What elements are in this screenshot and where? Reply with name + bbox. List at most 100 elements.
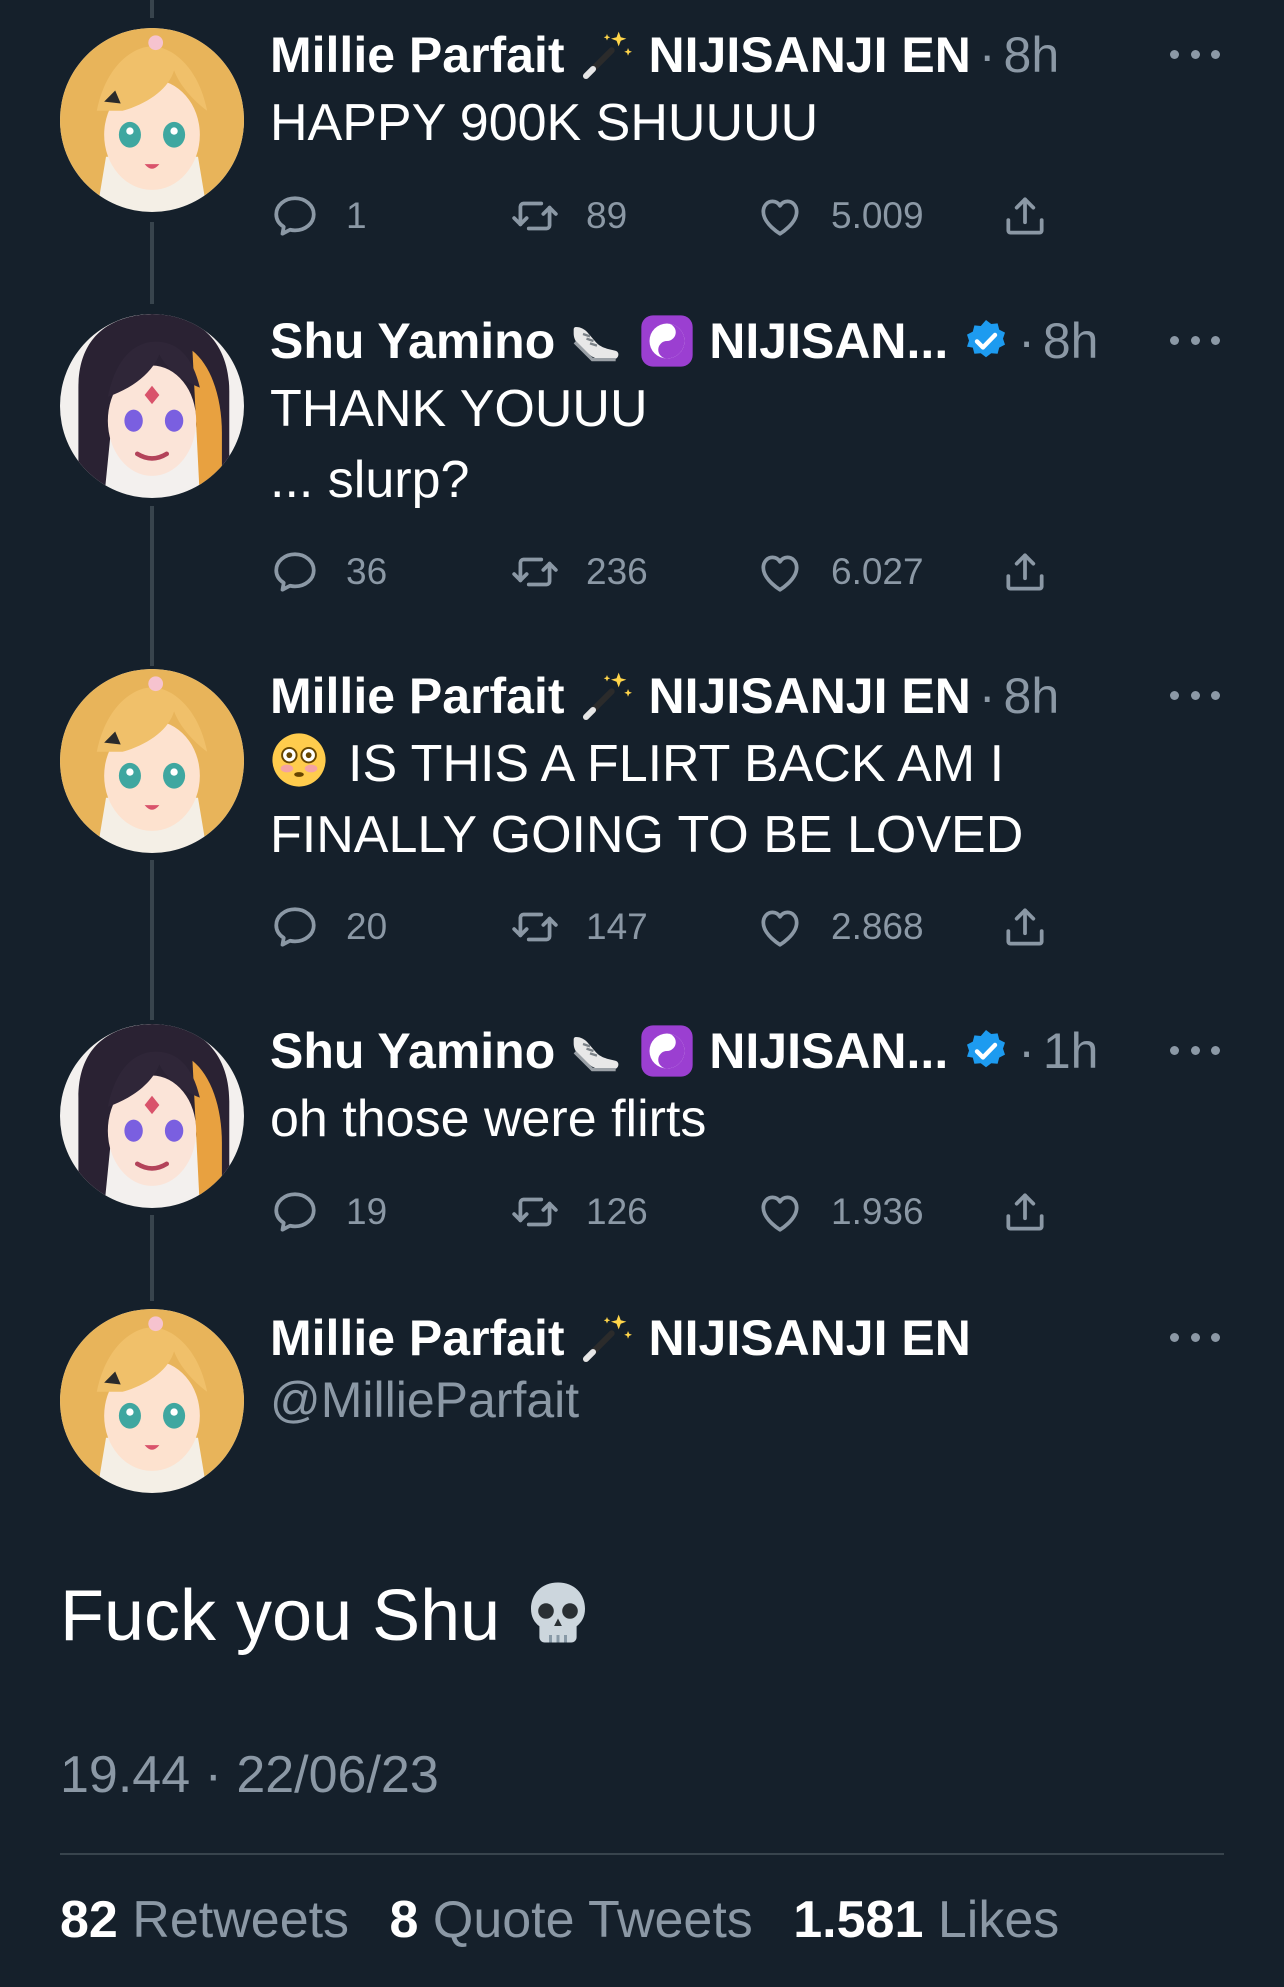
- like-button[interactable]: 1.936: [755, 1184, 924, 1240]
- reply-icon: [270, 1187, 320, 1237]
- verified-badge-icon: [962, 1027, 1010, 1075]
- avatar-millie-parfait[interactable]: [60, 669, 244, 853]
- thread-tweet[interactable]: Shu Yamino NIJISAN... · 8h THANK YOUUU .…: [0, 308, 1284, 598]
- reply-count: 1: [346, 195, 367, 236]
- reply-icon: [270, 547, 320, 597]
- reply-button[interactable]: 36: [270, 544, 387, 600]
- thread-line: [150, 0, 154, 18]
- share-button[interactable]: [1000, 899, 1050, 955]
- share-icon: [1000, 191, 1050, 241]
- tweet-header: Millie Parfait NIJISANJI EN · 8h: [270, 22, 1059, 88]
- like-button[interactable]: 5.009: [755, 188, 924, 244]
- tweet-text-line-wrap: IS THIS A FLIRT BACK AM I: [270, 729, 1023, 800]
- time-separator: ·: [978, 668, 996, 724]
- verified-badge-icon: [962, 317, 1010, 365]
- heart-icon: [755, 1187, 805, 1237]
- share-button[interactable]: [1000, 188, 1050, 244]
- avatar-shu-yamino[interactable]: [60, 1024, 244, 1208]
- display-name[interactable]: Millie Parfait: [270, 667, 565, 725]
- more-icon[interactable]: [1170, 24, 1220, 84]
- display-name[interactable]: Millie Parfait: [270, 26, 565, 84]
- like-count: 6.027: [831, 551, 924, 592]
- yin-yang-icon: [639, 1023, 695, 1079]
- reply-button[interactable]: 20: [270, 899, 387, 955]
- more-icon[interactable]: [1170, 1020, 1220, 1080]
- retweets-stat[interactable]: 82 Retweets: [60, 1891, 375, 1949]
- tweet-actions: 1 89 5.009: [270, 188, 1070, 244]
- thread-line: [150, 222, 154, 304]
- display-name-org[interactable]: NIJISAN...: [709, 1022, 948, 1080]
- time-separator: ·: [1018, 1023, 1035, 1079]
- tweet-text: IS THIS A FLIRT BACK AM I FINALLY GOING …: [270, 729, 1023, 871]
- tweet-time[interactable]: 8h: [1004, 26, 1060, 84]
- like-button[interactable]: 6.027: [755, 544, 924, 600]
- tweet-timestamp[interactable]: 19.44 · 22/06/23: [60, 1745, 439, 1805]
- time-separator: ·: [1018, 313, 1035, 369]
- more-icon[interactable]: [1170, 665, 1220, 725]
- retweet-count: 236: [586, 551, 648, 592]
- tweet-actions: 20 147 2.868: [270, 899, 1070, 955]
- retweets-label: Retweets: [132, 1891, 350, 1949]
- tweet-time[interactable]: 8h: [1004, 667, 1060, 725]
- avatar-millie-parfait[interactable]: [60, 28, 244, 212]
- main-tweet-text-content: Fuck you Shu: [60, 1576, 501, 1656]
- retweet-button[interactable]: 236: [510, 544, 648, 600]
- thread-tweet[interactable]: Shu Yamino NIJISAN... · 1h oh those were…: [0, 1018, 1284, 1238]
- likes-count: 1.581: [793, 1891, 924, 1949]
- shoe-icon: [569, 313, 625, 369]
- tweet-time[interactable]: 1h: [1043, 1022, 1099, 1080]
- tweet-header: Millie Parfait NIJISANJI EN · 8h: [270, 663, 1059, 729]
- reply-count: 36: [346, 551, 388, 592]
- tweet-text-line: IS THIS A FLIRT BACK AM I: [348, 735, 1005, 793]
- retweet-count: 89: [586, 195, 628, 236]
- tweet-actions: 36 236 6.027: [270, 544, 1070, 600]
- retweet-count: 147: [586, 906, 648, 947]
- like-button[interactable]: 2.868: [755, 899, 924, 955]
- share-button[interactable]: [1000, 1184, 1050, 1240]
- more-icon[interactable]: [1170, 310, 1220, 370]
- display-name-org[interactable]: NIJISAN...: [709, 312, 948, 370]
- likes-stat[interactable]: 1.581 Likes: [793, 1891, 1085, 1949]
- tweet-actions: 19 126 1.936: [270, 1184, 1070, 1240]
- reply-button[interactable]: 1: [270, 188, 367, 244]
- thread-tweet[interactable]: Millie Parfait NIJISANJI EN · 8h HAPPY 9…: [0, 22, 1284, 236]
- magic-wand-icon: [579, 668, 635, 724]
- tweet-header: Shu Yamino NIJISAN... · 1h: [270, 1018, 1099, 1084]
- tweet-text: oh those were flirts: [270, 1084, 706, 1155]
- share-button[interactable]: [1000, 544, 1050, 600]
- divider: [60, 1853, 1224, 1855]
- main-tweet: Millie Parfait NIJISANJI EN @MillieParfa…: [0, 1303, 1284, 1483]
- quote-tweets-stat[interactable]: 8 Quote Tweets: [390, 1891, 779, 1949]
- tweet-header: Millie Parfait NIJISANJI EN: [270, 1305, 971, 1371]
- magic-wand-icon: [579, 27, 635, 83]
- user-handle[interactable]: @MillieParfait: [270, 1371, 579, 1429]
- share-icon: [1000, 902, 1050, 952]
- tweet-time[interactable]: 8h: [1043, 312, 1099, 370]
- retweet-icon: [510, 191, 560, 241]
- retweets-count: 82: [60, 1891, 118, 1949]
- display-name-org[interactable]: NIJISANJI EN: [649, 1309, 971, 1367]
- tweet-text-line: ... slurp?: [270, 451, 470, 509]
- share-icon: [1000, 547, 1050, 597]
- display-name[interactable]: Millie Parfait: [270, 1309, 565, 1367]
- display-name-org[interactable]: NIJISANJI EN: [649, 26, 971, 84]
- flushed-face-icon: [270, 731, 328, 789]
- retweet-button[interactable]: 126: [510, 1184, 648, 1240]
- retweet-button[interactable]: 89: [510, 188, 627, 244]
- tweet-text: THANK YOUUU ... slurp?: [270, 374, 648, 516]
- tweet-text: HAPPY 900K SHUUUU: [270, 88, 818, 159]
- shoe-icon: [569, 1023, 625, 1079]
- reply-icon: [270, 902, 320, 952]
- more-icon[interactable]: [1170, 1307, 1220, 1367]
- avatar-millie-parfait[interactable]: [60, 1309, 244, 1493]
- thread-tweet[interactable]: Millie Parfait NIJISANJI EN · 8h IS THIS…: [0, 663, 1284, 953]
- display-name[interactable]: Shu Yamino: [270, 1022, 555, 1080]
- display-name[interactable]: Shu Yamino: [270, 312, 555, 370]
- reply-button[interactable]: 19: [270, 1184, 387, 1240]
- display-name-org[interactable]: NIJISANJI EN: [649, 667, 971, 725]
- heart-icon: [755, 191, 805, 241]
- avatar-shu-yamino[interactable]: [60, 314, 244, 498]
- retweet-icon: [510, 902, 560, 952]
- retweet-button[interactable]: 147: [510, 899, 648, 955]
- main-tweet-text: Fuck you Shu: [60, 1575, 594, 1657]
